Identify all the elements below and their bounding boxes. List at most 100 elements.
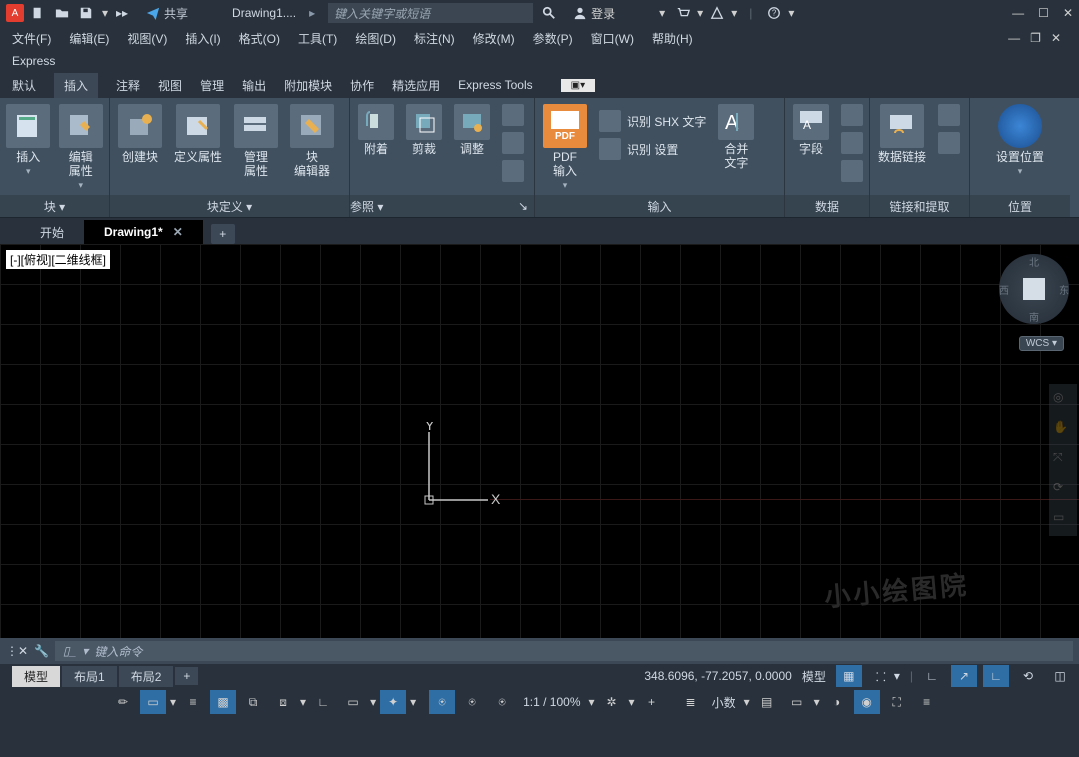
attach-button[interactable]: 附着 <box>358 104 394 156</box>
hyperlink-icon[interactable] <box>841 160 863 182</box>
doc-restore-icon[interactable]: ❐ <box>1030 31 1041 45</box>
title-search-input[interactable]: 键入关键字或短语 <box>328 3 533 23</box>
sb-autoscale-icon[interactable]: ⍟ <box>459 690 485 714</box>
sb-transparency-toggle[interactable]: ▩ <box>210 690 236 714</box>
sb-quick-properties-icon[interactable]: ▤ <box>754 690 780 714</box>
sb-annotation-visibility-toggle[interactable]: ⍟ <box>429 690 455 714</box>
login-button[interactable]: 登录 <box>573 5 615 22</box>
download-source-icon[interactable] <box>938 132 960 154</box>
login-dropdown[interactable]: ▾ <box>659 6 665 20</box>
create-block-button[interactable]: 创建块 <box>118 104 162 164</box>
nav-zoom-icon[interactable]: ⤧ <box>1053 450 1073 470</box>
menu-window[interactable]: 窗口(W) <box>591 30 634 47</box>
menu-parametric[interactable]: 参数(P) <box>533 30 573 47</box>
menu-view[interactable]: 视图(V) <box>127 30 167 47</box>
nav-orbit-icon[interactable]: ⟳ <box>1053 480 1073 500</box>
window-maximize-icon[interactable]: ☐ <box>1038 6 1049 20</box>
menu-format[interactable]: 格式(O) <box>239 30 280 47</box>
ribbon-tab-collaborate[interactable]: 协作 <box>350 77 374 94</box>
cart-dropdown[interactable]: ▾ <box>697 6 703 20</box>
edit-attributes-button[interactable]: 编辑 属性 ▾ <box>61 104 102 191</box>
autodesk-dropdown[interactable]: ▾ <box>731 6 737 20</box>
view-cube[interactable]: 北 南 东 西 <box>999 254 1069 324</box>
menu-tools[interactable]: 工具(T) <box>298 30 337 47</box>
sb-infer-constraints-icon[interactable]: ✏ <box>110 690 136 714</box>
adjust-button[interactable]: 调整 <box>454 104 490 156</box>
status-ortho-toggle[interactable]: ∟ <box>919 665 945 687</box>
sb-workspace-switch-icon[interactable]: ✲ <box>599 690 625 714</box>
doc-close-icon[interactable]: ✕ <box>1051 31 1061 45</box>
sb-gizmo-toggle[interactable]: ✦ <box>380 690 406 714</box>
layout-tab-layout2[interactable]: 布局2 <box>119 666 174 687</box>
recognize-shx-button[interactable]: 识别 SHX 文字 <box>599 110 706 132</box>
status-snapmode-toggle[interactable]: ⸬▾ <box>868 665 904 687</box>
sb-scale-label[interactable]: 1:1 / 100% <box>519 695 584 709</box>
sb-units-label[interactable]: 小数 <box>708 694 740 711</box>
autodesk-icon[interactable] <box>707 1 727 25</box>
menu-insert[interactable]: 插入(I) <box>185 30 220 47</box>
viewport-label[interactable]: [-][俯视][二维线框] <box>6 250 110 269</box>
block-editor-button[interactable]: 块 编辑器 <box>290 104 334 178</box>
cart-icon[interactable] <box>673 1 693 25</box>
xref-frames-icon[interactable] <box>502 132 524 154</box>
xref-snap-icon[interactable] <box>502 160 524 182</box>
field-button[interactable]: A 字段 <box>793 104 829 156</box>
menu-modify[interactable]: 修改(M) <box>473 30 515 47</box>
extract-data-icon[interactable] <box>938 104 960 126</box>
cmd-customize-icon[interactable]: 🔧 <box>34 644 49 658</box>
new-file-icon[interactable] <box>28 1 48 25</box>
window-minimize-icon[interactable]: — <box>1012 6 1024 20</box>
xref-underlay-icon[interactable] <box>502 104 524 126</box>
share-button[interactable]: 共享 <box>146 5 188 22</box>
insert-block-button[interactable]: 插入 ▾ <box>8 104 49 177</box>
qat-dropdown[interactable]: ▾ <box>102 6 108 20</box>
sb-clean-screen-icon[interactable]: ⛶ <box>884 690 910 714</box>
ribbon-tab-express[interactable]: Express Tools <box>458 78 532 92</box>
cmd-close-icon[interactable]: ⋮✕ <box>6 644 28 658</box>
ribbon-collapse-button[interactable]: ▣▾ <box>561 79 595 92</box>
ribbon-tab-featured[interactable]: 精选应用 <box>392 77 440 94</box>
merge-text-button[interactable]: A 合并 文字 <box>718 104 754 170</box>
menu-help[interactable]: 帮助(H) <box>652 30 693 47</box>
layout-tab-layout1[interactable]: 布局1 <box>62 666 117 687</box>
group-label-block[interactable]: 块 ▾ <box>0 195 109 217</box>
sb-customization-icon[interactable]: ≡ <box>914 690 940 714</box>
help-icon[interactable]: ? <box>764 1 784 25</box>
navigation-bar[interactable]: ◎ ✋ ⤧ ⟳ ▭ <box>1049 384 1077 536</box>
sb-lock-ui-icon[interactable]: ▭ <box>784 690 810 714</box>
nav-pan-icon[interactable]: ✋ <box>1053 420 1073 440</box>
doc-minimize-icon[interactable]: — <box>1008 31 1020 45</box>
menu-draw[interactable]: 绘图(D) <box>355 30 396 47</box>
drawing-canvas[interactable]: [-][俯视][二维线框] Y X 北 南 东 西 WCS ▾ ◎ ✋ ⤧ ⟳ … <box>0 244 1079 638</box>
group-label-blockdef[interactable]: 块定义 ▾ <box>110 195 349 217</box>
menu-edit[interactable]: 编辑(E) <box>69 30 109 47</box>
express-menu[interactable]: Express <box>12 54 55 68</box>
sb-dynamic-input-toggle[interactable]: ▭ <box>140 690 166 714</box>
status-isodraft-toggle[interactable]: ∟ <box>983 665 1009 687</box>
menu-file[interactable]: 文件(F) <box>12 30 51 47</box>
status-osnap-toggle[interactable]: ⟲ <box>1015 665 1041 687</box>
manage-attributes-button[interactable]: 管理 属性 <box>234 104 278 178</box>
wcs-badge[interactable]: WCS ▾ <box>1019 336 1064 351</box>
sb-selection-filter-icon[interactable]: ▭ <box>340 690 366 714</box>
ribbon-tab-view[interactable]: 视图 <box>158 77 182 94</box>
sb-units-icon[interactable]: ≣ <box>678 690 704 714</box>
sb-hardware-accel-toggle[interactable]: ◉ <box>854 690 880 714</box>
ole-object-icon[interactable] <box>841 132 863 154</box>
sb-3dosnap-icon[interactable]: ⧈ <box>270 690 296 714</box>
sb-dynamic-ucs-icon[interactable]: ∟ <box>310 690 336 714</box>
set-location-button[interactable]: 设置位置 ▾ <box>996 104 1044 177</box>
file-tab-close-icon[interactable]: ✕ <box>173 225 183 239</box>
sb-annotation-scale-icon[interactable]: ⍟ <box>489 690 515 714</box>
status-grid-toggle[interactable]: ▦ <box>836 665 862 687</box>
define-attributes-button[interactable]: 定义属性 <box>174 104 222 164</box>
ribbon-tab-insert[interactable]: 插入 <box>54 73 98 98</box>
nav-wheel-icon[interactable]: ◎ <box>1053 390 1073 410</box>
forward-arrows-icon[interactable]: ▸▸ <box>112 1 132 25</box>
open-file-icon[interactable] <box>52 1 72 25</box>
window-close-icon[interactable]: ✕ <box>1063 6 1073 20</box>
ribbon-tab-manage[interactable]: 管理 <box>200 77 224 94</box>
sb-selection-cycle-icon[interactable]: ⧉ <box>240 690 266 714</box>
ribbon-tab-annotate[interactable]: 注释 <box>116 77 140 94</box>
update-field-icon[interactable] <box>841 104 863 126</box>
